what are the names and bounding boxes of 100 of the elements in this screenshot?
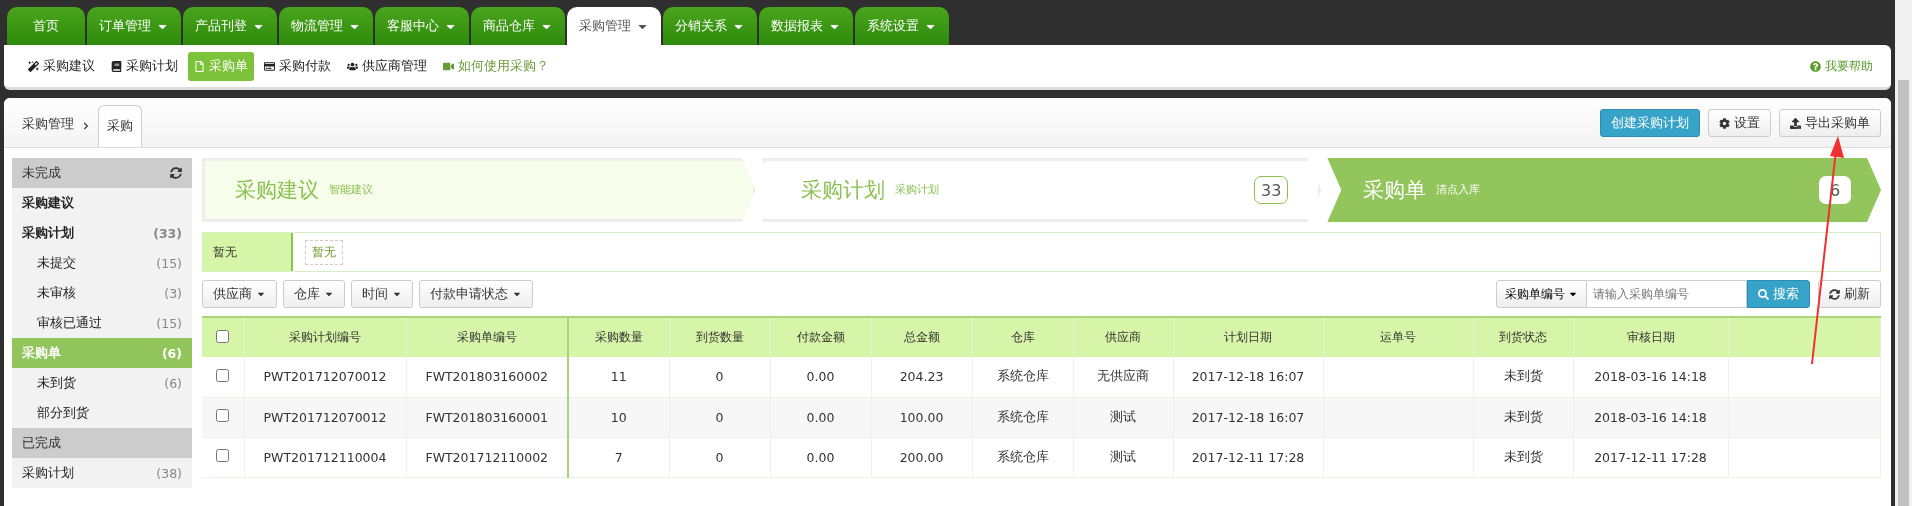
table-cell: 0.00: [770, 397, 871, 437]
search-type-dropdown[interactable]: 采购单编号: [1496, 280, 1587, 308]
sub-nav-item[interactable]: 采购建议: [22, 51, 101, 81]
sub-nav-item[interactable]: 采购付款: [258, 51, 337, 81]
table-cell: 7: [568, 437, 669, 477]
upload-icon: [1790, 117, 1801, 129]
column-header: 采购单编号: [406, 317, 568, 357]
nav-tab[interactable]: 采购管理: [567, 7, 661, 45]
wand-icon: [28, 60, 39, 72]
table-cell: 0.00: [770, 437, 871, 477]
help-link[interactable]: 如何使用采购？: [437, 51, 555, 81]
settings-button[interactable]: 设置: [1708, 109, 1771, 137]
sidebar-item[interactable]: 采购计划 (38): [12, 458, 192, 488]
table-cell: 0: [669, 397, 770, 437]
table-cell: 未到货: [1473, 437, 1573, 477]
book-icon: [111, 60, 122, 72]
breadcrumb-tab[interactable]: 采购: [98, 105, 142, 147]
search-field[interactable]: 请输入采购单编号: [1587, 280, 1747, 308]
search-icon: [1758, 288, 1769, 300]
column-header: 总金额: [871, 317, 972, 357]
table-cell: 测试: [1073, 437, 1173, 477]
refresh-button[interactable]: 刷新: [1818, 280, 1881, 308]
nav-tab[interactable]: 分销关系: [663, 7, 757, 45]
nav-tab[interactable]: 首页: [7, 7, 85, 45]
table-cell: 系统仓库: [972, 397, 1073, 437]
file-icon: [194, 60, 205, 72]
sidebar-item[interactable]: 采购建议: [12, 188, 192, 218]
column-header: 到货数量: [669, 317, 770, 357]
settings-icon: [1719, 117, 1730, 129]
table-cell: 未到货: [1473, 357, 1573, 397]
column-header: 供应商: [1073, 317, 1173, 357]
nav-tab[interactable]: 系统设置: [855, 7, 949, 45]
table-cell: 2017-12-11 17:28: [1573, 437, 1728, 477]
table-cell: 未到货: [1473, 397, 1573, 437]
table-cell: 2018-03-16 14:18: [1573, 397, 1728, 437]
column-header: 到货状态: [1473, 317, 1573, 357]
nav-tab[interactable]: 数据报表: [759, 7, 853, 45]
column-header: 审核日期: [1573, 317, 1728, 357]
column-header: 运单号: [1323, 317, 1473, 357]
filter-dropdown[interactable]: 供应商: [202, 280, 277, 308]
table-cell: 200.00: [871, 437, 972, 477]
help-icon: [1810, 60, 1821, 72]
nav-tab[interactable]: 商品仓库: [471, 7, 565, 45]
table-cell: 0.00: [770, 357, 871, 397]
refresh-icon[interactable]: [170, 167, 182, 179]
row-checkbox[interactable]: [216, 409, 230, 422]
row-checkbox[interactable]: [216, 368, 230, 382]
table-cell: 2018-03-16 14:18: [1573, 357, 1728, 397]
nav-tab[interactable]: 产品刊登: [183, 7, 277, 45]
column-header: 仓库: [972, 317, 1073, 357]
count-badge: 33: [1254, 176, 1289, 204]
filter-dropdown[interactable]: 时间: [351, 280, 413, 308]
refresh-icon: [1829, 288, 1840, 300]
sidebar-heading: 已完成: [22, 434, 61, 452]
sub-nav-item[interactable]: 供应商管理: [341, 51, 433, 81]
scrollbar[interactable]: [1895, 0, 1912, 506]
breadcrumb-link[interactable]: 采购管理: [22, 116, 74, 147]
column-header: 计划日期: [1173, 317, 1323, 357]
sidebar-item[interactable]: 部分到货: [12, 398, 192, 428]
status-label: 暂无: [203, 233, 293, 271]
table-cell: 11: [568, 357, 669, 397]
sidebar-item[interactable]: 采购计划 (33): [12, 218, 192, 248]
help-link[interactable]: 我要帮助: [1810, 57, 1873, 75]
column-header: 采购计划编号: [244, 317, 406, 357]
table-cell: 2017-12-18 16:07: [1173, 397, 1323, 437]
status-tag: 暂无: [305, 239, 343, 265]
table-cell: 100.00: [871, 397, 972, 437]
table-cell: 测试: [1073, 397, 1173, 437]
row-checkbox[interactable]: [216, 449, 230, 462]
table-cell: 系统仓库: [972, 357, 1073, 397]
nav-tab[interactable]: 客服中心: [375, 7, 469, 45]
export-button[interactable]: 导出采购单: [1779, 109, 1881, 137]
column-header: 采购数量: [568, 317, 669, 357]
nav-tab[interactable]: 订单管理: [87, 7, 181, 45]
sidebar-item[interactable]: 未提交 (15): [12, 248, 192, 278]
sidebar-heading: 未完成: [22, 164, 61, 182]
column-header: 付款金额: [770, 317, 871, 357]
table-cell: 无供应商: [1073, 357, 1173, 397]
table-cell: 2017-12-11 17:28: [1173, 437, 1323, 477]
table-cell: PWT201712070012: [244, 357, 406, 397]
nav-tab[interactable]: 物流管理: [279, 7, 373, 45]
table-cell: 204.23: [871, 357, 972, 397]
sidebar-item[interactable]: 审核已通过 (15): [12, 308, 192, 338]
table-cell: 系统仓库: [972, 437, 1073, 477]
table-cell: 10: [568, 397, 669, 437]
table-cell: 0: [669, 357, 770, 397]
card-icon: [264, 60, 275, 72]
select-all-checkbox[interactable]: [216, 329, 230, 343]
table-cell: 0: [669, 437, 770, 477]
chevron-right-icon: [82, 122, 90, 130]
workflow-step[interactable]: 采购计划 采购计划 33: [761, 158, 1322, 222]
sub-nav-item[interactable]: 采购计划: [105, 51, 184, 81]
video-camera-icon: [443, 60, 454, 72]
table-cell: FWT201712110002: [406, 437, 568, 477]
filter-dropdown[interactable]: 付款申请状态: [419, 280, 533, 308]
users-icon: [347, 60, 358, 72]
sidebar-item[interactable]: 未到货 (6): [12, 368, 192, 398]
sidebar-item[interactable]: 未审核 (3): [12, 278, 192, 308]
table-cell: 2017-12-18 16:07: [1173, 357, 1323, 397]
filter-dropdown[interactable]: 仓库: [283, 280, 345, 308]
